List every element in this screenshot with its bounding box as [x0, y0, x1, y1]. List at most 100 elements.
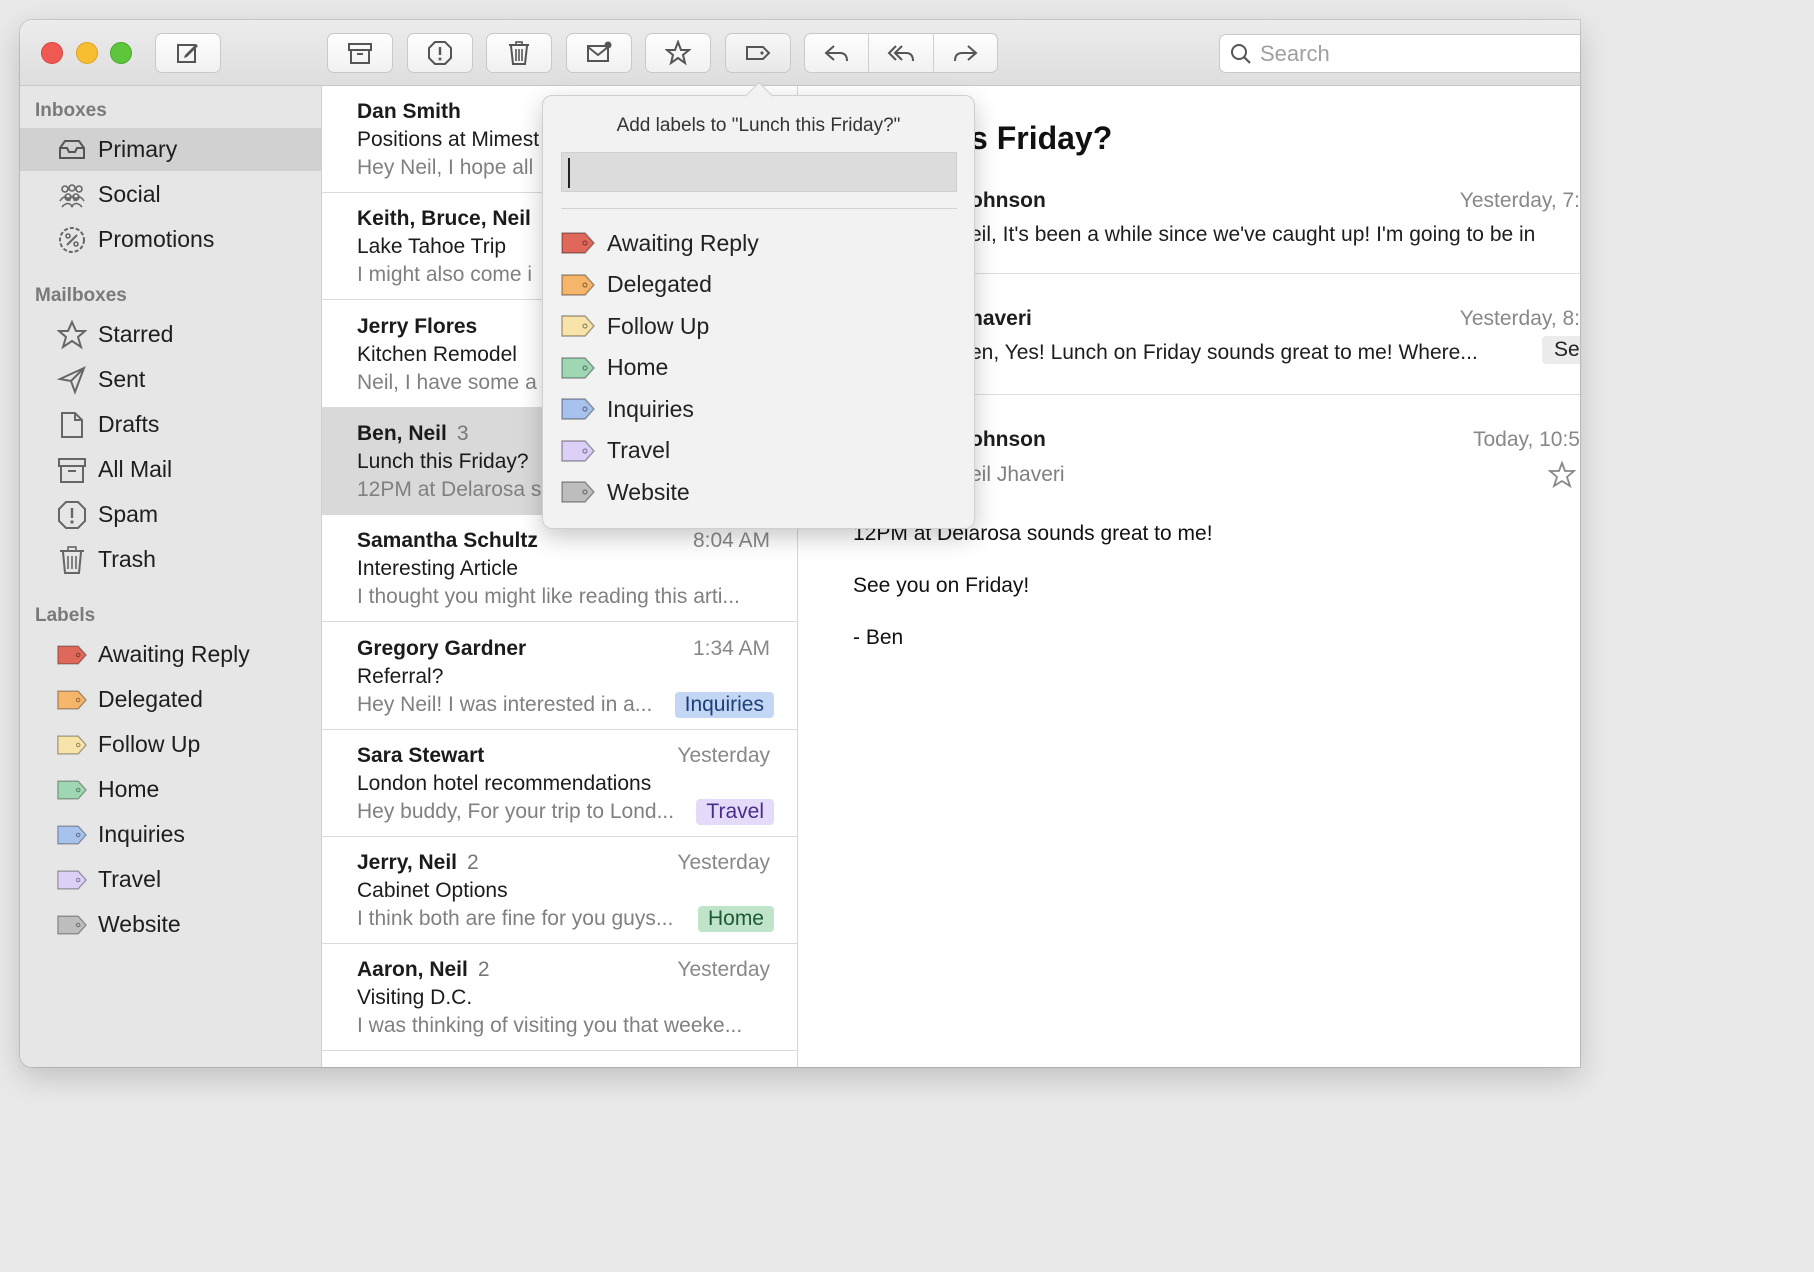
minimize-window-button[interactable] [76, 42, 98, 64]
message-body-line: - Ben [853, 626, 904, 649]
message-list-row[interactable]: Samantha Schultz 8:04 AM Interesting Artic… [322, 515, 798, 623]
message-sender: haveri [970, 307, 1032, 330]
text-caret [568, 158, 570, 188]
labels-section-title: Labels [35, 605, 96, 626]
people-icon [55, 180, 89, 210]
message-time: Yesterday, 8: [1459, 307, 1580, 330]
star-message-icon[interactable] [1547, 460, 1577, 489]
message-from: Dan Smith [357, 100, 461, 124]
message-from-text: Aaron, Neil [357, 958, 468, 982]
search-input[interactable] [1260, 40, 1560, 67]
message-list-row[interactable]: Sara Stewart Yesterday London hotel recomm… [322, 730, 798, 837]
star-button[interactable] [645, 33, 711, 73]
message-list-row[interactable]: Aaron, Neil 2 Yesterday Visiting D.C. I was … [322, 944, 798, 1052]
sidebar: Inboxes Primary Social Promotions Mailbo… [20, 86, 322, 1067]
message-from: Gregory Gardner [357, 637, 526, 661]
message-time: 8:04 AM [692, 529, 770, 553]
label-button[interactable] [725, 33, 791, 73]
message-from: Keith, Bruce, Neil [357, 207, 531, 231]
popover-label-text: Awaiting Reply [607, 229, 759, 256]
message-time: Yesterday [677, 743, 770, 767]
message-label-chip: Sen [1542, 336, 1580, 364]
message-time: Yesterday [677, 958, 770, 982]
archive-icon [348, 43, 372, 64]
sidebar-item-label-travel[interactable]: Travel [20, 858, 321, 901]
message-list-row[interactable]: Gregory Gardner 1:34 AM Referral? Hey Neil!… [322, 623, 798, 730]
mark-unread-button[interactable] [566, 33, 632, 73]
message-snippet[interactable]: eil, It's been a while since we've caugh… [970, 223, 1535, 247]
sidebar-item-trash[interactable]: Trash [20, 538, 321, 581]
message-from: Sara Stewart [357, 744, 484, 768]
close-window-button[interactable] [41, 42, 63, 64]
message-from: Jerry Flores [357, 315, 477, 339]
message-preview: I might also come i [357, 263, 533, 287]
popover-label-travel[interactable]: Travel [561, 433, 957, 469]
message-subject: Lake Tahoe Trip [357, 235, 507, 259]
paper-plane-icon [55, 365, 89, 395]
message-subject: Referral? [357, 664, 444, 688]
sidebar-item-label: Website [98, 911, 181, 937]
trash-button[interactable] [486, 33, 552, 73]
reply-button[interactable] [805, 34, 870, 72]
trash-icon [509, 41, 529, 65]
compose-button[interactable] [155, 33, 221, 73]
tag-icon [55, 640, 89, 670]
archive-button[interactable] [327, 33, 393, 73]
sidebar-item-label: Spam [98, 501, 159, 527]
sidebar-item-all-mail[interactable]: All Mail [20, 448, 321, 491]
sidebar-item-spam[interactable]: Spam [20, 493, 321, 536]
popover-label-text: Inquiries [607, 395, 694, 422]
message-subject: Kitchen Remodel [357, 342, 517, 366]
message-body-line: See you on Friday! [853, 574, 1030, 597]
sidebar-item-label-website[interactable]: Website [20, 903, 321, 946]
message-list-row[interactable]: Jerry, Neil 2 Yesterday Cabinet Options I th… [322, 837, 798, 945]
percent-badge-icon [55, 225, 89, 255]
sidebar-item-social[interactable]: Social [20, 173, 321, 216]
popover-label-awaiting-reply[interactable]: Awaiting Reply [561, 225, 957, 261]
popover-label-text: Home [607, 354, 669, 380]
sidebar-item-label: Delegated [98, 686, 203, 712]
sidebar-item-starred[interactable]: Starred [20, 313, 321, 356]
sidebar-item-label: Follow Up [98, 731, 201, 757]
sidebar-item-promotions[interactable]: Promotions [20, 218, 321, 261]
tag-icon [55, 730, 89, 760]
message-divider [970, 394, 1580, 395]
sidebar-item-label: Inquiries [98, 821, 185, 847]
message-subject: Positions at Mimest [357, 128, 540, 151]
popover-label-inquiries[interactable]: Inquiries [561, 391, 957, 427]
message-recipient: eil Jhaveri [970, 463, 1065, 486]
search-field[interactable] [1219, 34, 1580, 73]
message-snippet[interactable]: en, Yes! Lunch on Friday sounds great to… [970, 341, 1478, 365]
inbox-icon [55, 135, 89, 165]
popover-label-follow-up[interactable]: Follow Up [561, 308, 957, 344]
sidebar-item-sent[interactable]: Sent [20, 358, 321, 401]
message-divider [970, 273, 1580, 274]
message-time: Today, 10:5 [1472, 428, 1580, 451]
sidebar-item-label-home[interactable]: Home [20, 768, 321, 811]
forward-icon [954, 45, 978, 62]
popover-label-home[interactable]: Home [561, 350, 957, 386]
sidebar-item-label-follow-up[interactable]: Follow Up [20, 723, 321, 766]
message-from-text: Samantha Schultz [357, 529, 538, 553]
sidebar-item-label: Promotions [98, 226, 215, 252]
toolbar [20, 20, 1580, 86]
sidebar-item-label-awaiting-reply[interactable]: Awaiting Reply [20, 633, 321, 676]
sidebar-item-label-delegated[interactable]: Delegated [20, 678, 321, 721]
sidebar-item-label-inquiries[interactable]: Inquiries [20, 813, 321, 856]
draft-icon [55, 410, 89, 440]
spam-button[interactable] [407, 33, 473, 73]
unread-envelope-icon [587, 41, 612, 62]
thread-title: s Friday? [970, 120, 1113, 156]
popover-label-delegated[interactable]: Delegated [561, 267, 957, 303]
sidebar-item-drafts[interactable]: Drafts [20, 403, 321, 446]
message-from-text: Sara Stewart [357, 743, 485, 767]
thread-count: 3 [456, 421, 469, 445]
label-search-input[interactable] [561, 152, 957, 192]
popover-label-website[interactable]: Website [561, 474, 957, 510]
zoom-window-button[interactable] [110, 42, 132, 64]
sidebar-item-primary[interactable]: Primary [20, 128, 321, 171]
sidebar-item-label: Drafts [98, 411, 160, 437]
forward-button[interactable] [934, 34, 997, 72]
reply-all-button[interactable] [869, 34, 934, 72]
message-from: Samantha Schultz [357, 529, 538, 553]
